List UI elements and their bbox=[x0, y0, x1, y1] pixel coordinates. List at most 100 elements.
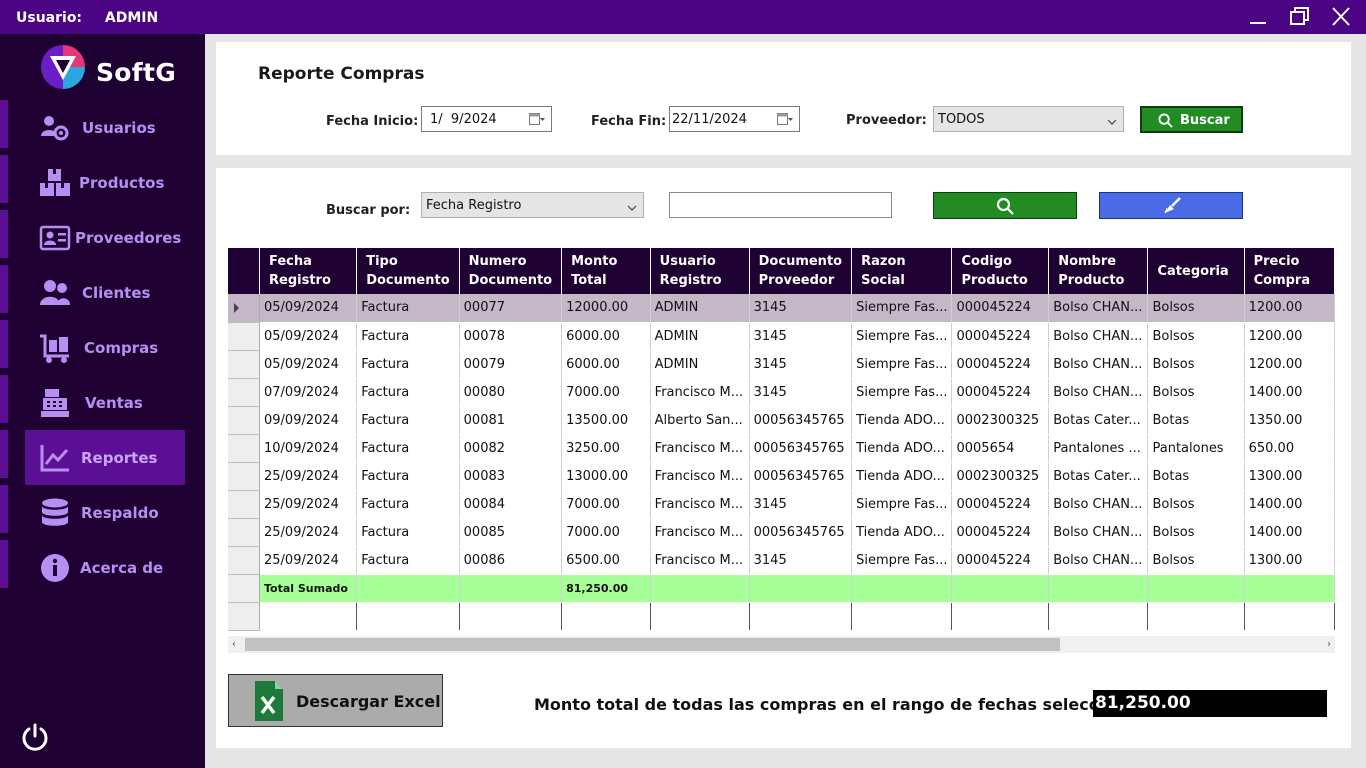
table-cell[interactable]: 0002300325 bbox=[951, 462, 1050, 491]
table-cell[interactable]: Factura bbox=[356, 490, 460, 519]
table-cell[interactable]: Tienda ADO... bbox=[851, 518, 953, 547]
table-row[interactable]: 05/09/2024 Factura 00078 6000.00 ADMIN 3145 Si… bbox=[228, 322, 1335, 351]
table-cell[interactable]: 00077 bbox=[459, 294, 563, 323]
sidebar-item-respaldo[interactable]: Respaldo bbox=[25, 485, 185, 540]
table-cell[interactable]: 1200.00 bbox=[1244, 294, 1335, 323]
column-header[interactable]: Razon Social bbox=[851, 248, 953, 294]
table-cell[interactable]: 00081 bbox=[459, 406, 563, 435]
table-cell[interactable]: Bolsos bbox=[1147, 294, 1245, 323]
table-row[interactable]: 05/09/2024 Factura 00077 12000.00 ADMIN 3145 S… bbox=[228, 294, 1335, 323]
table-cell[interactable]: 1350.00 bbox=[1244, 406, 1335, 435]
table-cell[interactable]: Francisco M... bbox=[650, 490, 750, 519]
table-cell[interactable]: 00084 bbox=[459, 490, 563, 519]
table-cell[interactable]: 7000.00 bbox=[561, 378, 651, 407]
table-cell[interactable]: Factura bbox=[356, 294, 460, 323]
table-cell[interactable]: 1200.00 bbox=[1244, 350, 1335, 379]
table-cell[interactable] bbox=[851, 602, 953, 631]
column-header[interactable]: Documento Proveedor bbox=[749, 248, 853, 294]
table-cell[interactable]: Francisco M... bbox=[650, 546, 750, 575]
table-cell[interactable]: Bolsos bbox=[1147, 350, 1245, 379]
table-cell[interactable]: Bolsos bbox=[1147, 518, 1245, 547]
table-cell[interactable]: 0002300325 bbox=[951, 406, 1050, 435]
table-cell[interactable]: 7000.00 bbox=[561, 490, 651, 519]
table-cell[interactable]: 3250.00 bbox=[561, 434, 651, 463]
table-cell[interactable]: Botas Cater... bbox=[1048, 462, 1149, 491]
table-cell[interactable]: 3145 bbox=[749, 350, 853, 379]
table-cell[interactable]: 000045224 bbox=[951, 350, 1050, 379]
row-header[interactable] bbox=[228, 294, 260, 323]
table-cell[interactable]: Factura bbox=[356, 546, 460, 575]
row-header[interactable] bbox=[228, 350, 260, 379]
total-row[interactable]: Total Sumado 81,250.00 bbox=[228, 574, 1335, 603]
table-row[interactable]: 25/09/2024 Factura 00086 6500.00 Francisco M… bbox=[228, 546, 1335, 575]
table-cell[interactable]: 05/09/2024 bbox=[259, 350, 358, 379]
table-cell[interactable]: 6000.00 bbox=[561, 350, 651, 379]
table-cell[interactable]: 3145 bbox=[749, 490, 853, 519]
table-cell[interactable]: Siempre Fas... bbox=[851, 490, 953, 519]
table-cell[interactable]: 00056345765 bbox=[749, 518, 853, 547]
table-cell[interactable]: 000045224 bbox=[951, 294, 1050, 323]
table-cell[interactable]: 000045224 bbox=[951, 490, 1050, 519]
table-row[interactable]: 25/09/2024 Factura 00085 7000.00 Francisco M… bbox=[228, 518, 1335, 547]
sidebar-item-productos[interactable]: Productos bbox=[25, 155, 185, 210]
scroll-right-icon[interactable]: › bbox=[1327, 639, 1331, 650]
table-cell[interactable]: Siempre Fas... bbox=[851, 350, 953, 379]
table-row[interactable]: 25/09/2024 Factura 00083 13000.00 Francisco … bbox=[228, 462, 1335, 491]
table-row[interactable]: 07/09/2024 Factura 00080 7000.00 Francisco M… bbox=[228, 378, 1335, 407]
buscar-por-select[interactable]: Fecha Registro bbox=[421, 192, 644, 218]
table-cell[interactable]: 1400.00 bbox=[1244, 378, 1335, 407]
table-cell[interactable]: Bolso CHAN... bbox=[1048, 322, 1149, 351]
sidebar-item-clientes[interactable]: Clientes bbox=[25, 265, 185, 320]
row-header[interactable] bbox=[228, 406, 260, 435]
table-cell[interactable]: Bolso CHAN... bbox=[1048, 378, 1149, 407]
table-cell[interactable]: Bolso CHAN... bbox=[1048, 518, 1149, 547]
table-cell[interactable]: 650.00 bbox=[1244, 434, 1335, 463]
clear-button[interactable] bbox=[1099, 192, 1243, 219]
table-cell[interactable]: 13000.00 bbox=[561, 462, 651, 491]
table-cell[interactable] bbox=[1048, 602, 1149, 631]
column-header[interactable]: Nombre Producto bbox=[1048, 248, 1149, 294]
table-cell[interactable]: 25/09/2024 bbox=[259, 518, 358, 547]
sidebar-item-compras[interactable]: Compras bbox=[25, 320, 185, 375]
scroll-left-icon[interactable]: ‹ bbox=[232, 639, 236, 650]
table-cell[interactable]: Bolsos bbox=[1147, 322, 1245, 351]
sidebar-item-usuarios[interactable]: Usuarios bbox=[25, 100, 185, 155]
table-cell[interactable]: Francisco M... bbox=[650, 462, 750, 491]
table-cell[interactable]: 000045224 bbox=[951, 546, 1050, 575]
table-cell[interactable]: 6000.00 bbox=[561, 322, 651, 351]
table-cell[interactable]: 13500.00 bbox=[561, 406, 651, 435]
table-cell[interactable]: 00080 bbox=[459, 378, 563, 407]
buscar-button[interactable]: Buscar bbox=[1140, 106, 1243, 133]
power-button[interactable] bbox=[20, 722, 50, 752]
table-cell[interactable]: Francisco M... bbox=[650, 378, 750, 407]
table-cell[interactable]: Pantalones bbox=[1147, 434, 1245, 463]
table-cell[interactable]: Tienda ADO... bbox=[851, 434, 953, 463]
table-cell[interactable]: Alberto San... bbox=[650, 406, 750, 435]
table-cell[interactable]: 0005654 bbox=[951, 434, 1050, 463]
table-cell[interactable] bbox=[1244, 602, 1335, 631]
table-cell[interactable]: ADMIN bbox=[650, 350, 750, 379]
search-button[interactable] bbox=[933, 192, 1077, 219]
sidebar-item-proveedores[interactable]: Proveedores bbox=[25, 210, 185, 265]
table-cell[interactable]: Bolsos bbox=[1147, 378, 1245, 407]
table-cell[interactable]: 000045224 bbox=[951, 518, 1050, 547]
purchases-table[interactable]: Fecha Registro Tipo Documento Numero Docume… bbox=[228, 248, 1335, 653]
sidebar-item-acerca-de[interactable]: Acerca de bbox=[25, 540, 185, 595]
table-cell[interactable]: Botas Cater... bbox=[1048, 406, 1149, 435]
table-cell[interactable]: 25/09/2024 bbox=[259, 462, 358, 491]
column-header[interactable]: Codigo Producto bbox=[951, 248, 1050, 294]
table-cell[interactable]: Siempre Fas... bbox=[851, 322, 953, 351]
table-cell[interactable]: 3145 bbox=[749, 294, 853, 323]
table-cell[interactable]: Factura bbox=[356, 518, 460, 547]
table-cell[interactable]: Bolsos bbox=[1147, 546, 1245, 575]
table-cell[interactable]: 09/09/2024 bbox=[259, 406, 358, 435]
sidebar-item-ventas[interactable]: Ventas bbox=[25, 375, 185, 430]
table-cell[interactable]: 25/09/2024 bbox=[259, 546, 358, 575]
row-header[interactable] bbox=[228, 434, 260, 463]
table-cell[interactable] bbox=[259, 602, 358, 631]
table-cell[interactable]: 3145 bbox=[749, 378, 853, 407]
table-cell[interactable]: 00085 bbox=[459, 518, 563, 547]
table-cell[interactable] bbox=[561, 602, 651, 631]
table-cell[interactable]: Factura bbox=[356, 406, 460, 435]
table-cell[interactable]: 7000.00 bbox=[561, 518, 651, 547]
